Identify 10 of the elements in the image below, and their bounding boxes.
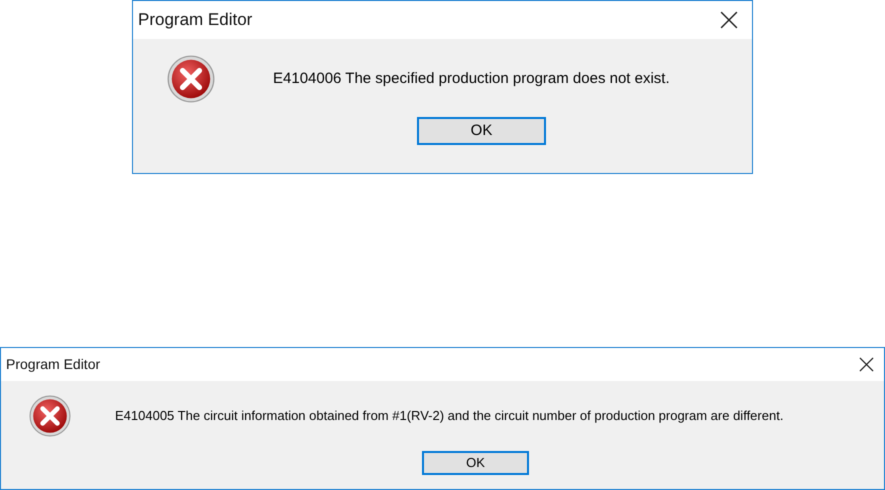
error-icon: [167, 55, 215, 103]
close-icon[interactable]: [859, 357, 874, 372]
window-title: Program Editor: [6, 355, 100, 374]
error-message: E4104005 The circuit information obtained from #1(RV-2) and the circuit number of production program are different.: [115, 407, 784, 426]
ok-button[interactable]: OK: [422, 451, 529, 475]
error-icon: [29, 395, 71, 437]
window-title: Program Editor: [138, 9, 252, 32]
error-message: E4104006 The specified production program does not exist.: [273, 68, 670, 89]
ok-button[interactable]: OK: [417, 117, 546, 145]
close-icon[interactable]: [720, 11, 738, 29]
